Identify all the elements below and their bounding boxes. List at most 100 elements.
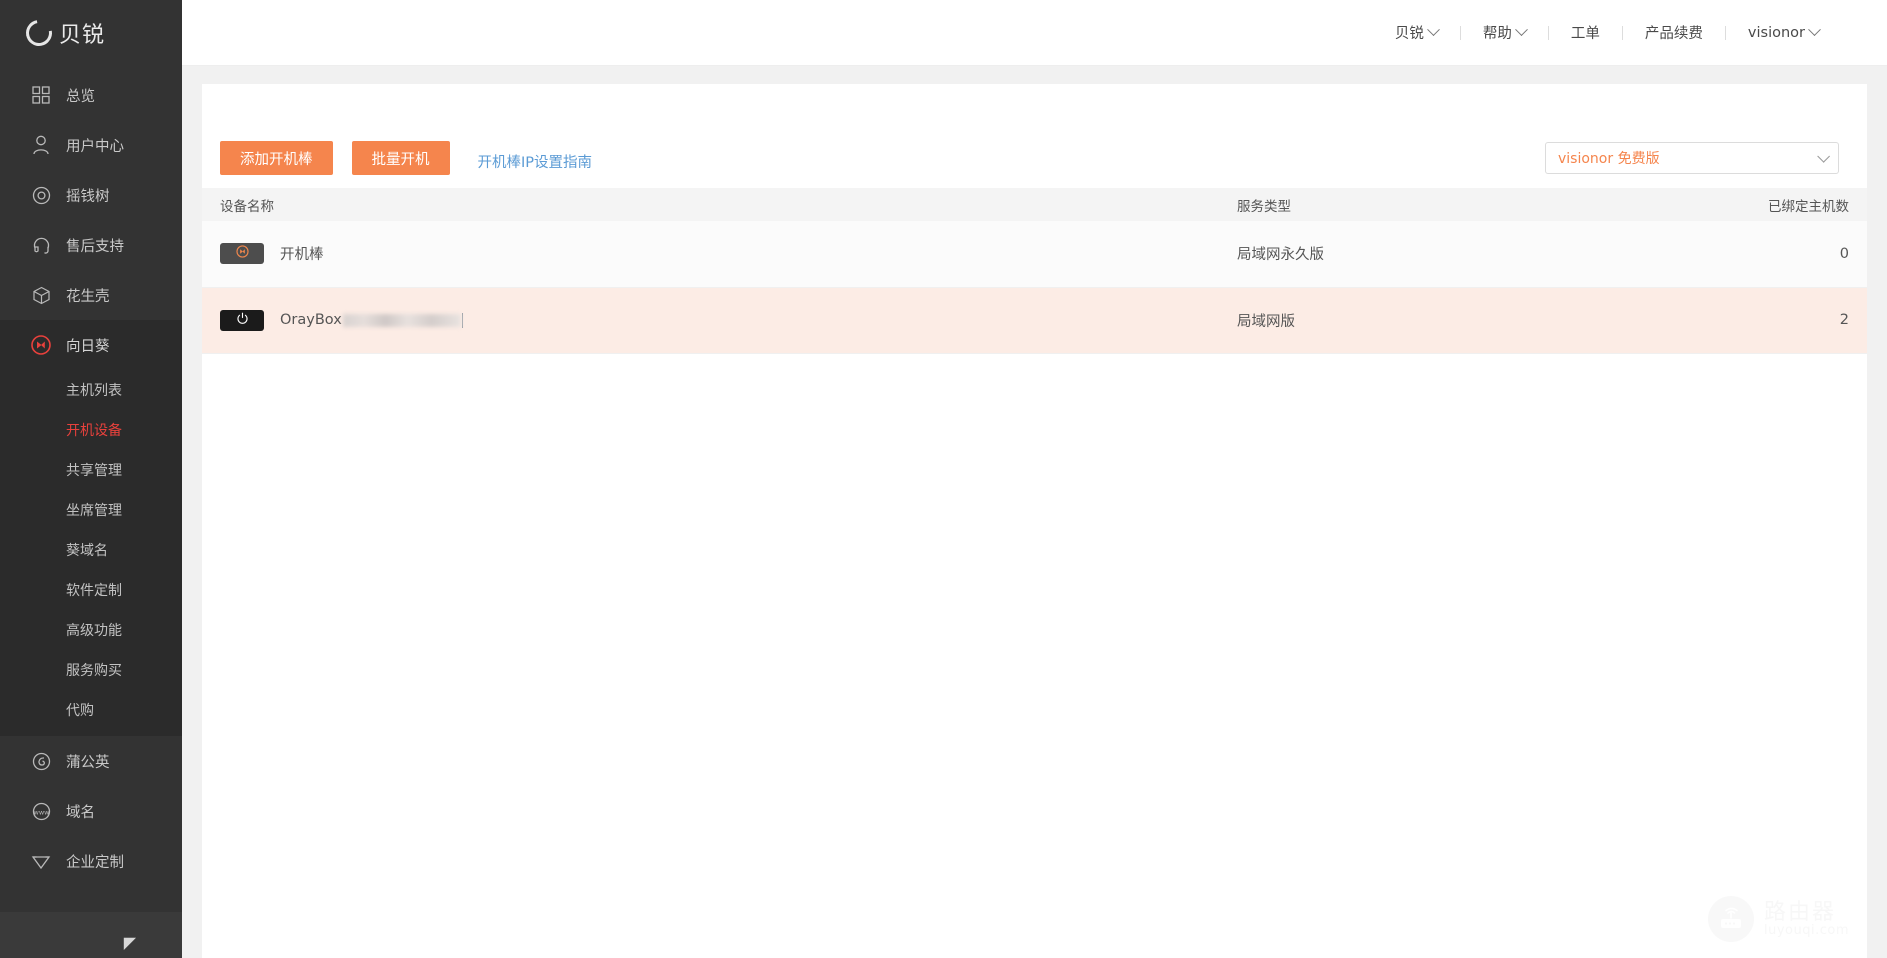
sidebar-subitem-seat-mgmt[interactable]: 坐席管理 — [0, 490, 182, 530]
sidebar-subitem-software-custom[interactable]: 软件定制 — [0, 570, 182, 610]
sidebar-subitem-label: 共享管理 — [66, 463, 122, 479]
device-name-cell: 开机棒 — [220, 243, 1237, 265]
topnav-item-label: 产品续费 — [1644, 26, 1703, 42]
sidebar-subitem-label: 主机列表 — [66, 383, 122, 399]
main-area: 贝锐 帮助 工单 产品续费 visionor 添加开机棒 批量开机 开机棒IP设… — [182, 0, 1887, 958]
sidebar-subitem-label: 代购 — [66, 703, 94, 719]
topnav-item-ticket[interactable]: 工单 — [1549, 22, 1622, 43]
topnav-item-label: 贝锐 — [1394, 26, 1424, 42]
cell-bound-count: 2 — [1617, 287, 1867, 354]
brand-logo[interactable]: 贝锐 — [0, 0, 182, 66]
sidebar-subitem-boot-device[interactable]: 开机设备 — [0, 410, 182, 450]
device-table: 设备名称 服务类型 已绑定主机数 开机棒 局域网永久版 0 OrayBox 局域… — [202, 188, 1867, 354]
device-name-text: OrayBox — [280, 312, 342, 328]
column-header-device-name: 设备名称 — [202, 188, 1237, 221]
www-icon: www — [30, 800, 52, 822]
topnav-item-renew[interactable]: 产品续费 — [1623, 22, 1725, 43]
topnav-item-label: 帮助 — [1482, 26, 1512, 42]
collapse-sidebar-icon[interactable]: ◤ — [124, 936, 136, 952]
power-icon — [236, 312, 249, 329]
add-boot-stick-button[interactable]: 添加开机棒 — [220, 141, 333, 175]
ip-setting-guide-link[interactable]: 开机棒IP设置指南 — [478, 151, 593, 172]
sidebar-item-label: 蒲公英 — [66, 754, 110, 771]
sidebar-item-support[interactable]: 售后支持 — [0, 220, 182, 270]
topnav-item-label: visionor — [1747, 24, 1805, 41]
version-select[interactable]: visionor 免费版 — [1545, 142, 1839, 174]
topnav-item-help[interactable]: 帮助 — [1461, 22, 1548, 43]
topnav-item-account[interactable]: visionor — [1726, 23, 1841, 41]
sidebar-subitem-host-list[interactable]: 主机列表 — [0, 370, 182, 410]
sidebar-subitem-label: 开机设备 — [66, 423, 122, 439]
sidebar-subitem-share-mgmt[interactable]: 共享管理 — [0, 450, 182, 490]
sidebar-nav: 总览 用户中心 摇钱树 售后支持 花生壳 向日葵 主机列表 开机设备 共享管理 … — [0, 66, 182, 912]
topnav-item-label: 工单 — [1570, 26, 1600, 42]
chevron-down-icon — [1817, 149, 1830, 163]
sidebar-item-user-center[interactable]: 用户中心 — [0, 120, 182, 170]
sidebar-subitem-agent-purchase[interactable]: 代购 — [0, 690, 182, 730]
sidebar-item-sunflower[interactable]: 向日葵 — [0, 320, 182, 370]
version-select-value: visionor 免费版 — [1558, 151, 1660, 167]
sidebar-subitem-label: 葵域名 — [66, 543, 108, 559]
device-table-body: 开机棒 局域网永久版 0 OrayBox 局域网版 2 — [202, 221, 1867, 354]
cube-icon — [30, 284, 52, 306]
sunflower-icon — [235, 245, 249, 262]
table-row[interactable]: 开机棒 局域网永久版 0 — [202, 221, 1867, 288]
diamond-icon — [30, 850, 52, 872]
column-header-bound-count: 已绑定主机数 — [1617, 188, 1867, 221]
circle-target-icon — [30, 184, 52, 206]
sidebar-group-sunflower: 向日葵 主机列表 开机设备 共享管理 坐席管理 葵域名 软件定制 高级功能 服务… — [0, 320, 182, 736]
sidebar-item-domain[interactable]: www 域名 — [0, 786, 182, 836]
sidebar-footer: ◤ — [0, 912, 182, 958]
table-header-row: 设备名称 服务类型 已绑定主机数 — [202, 188, 1867, 221]
sidebar-subitem-advanced[interactable]: 高级功能 — [0, 610, 182, 650]
device-badge — [220, 309, 264, 331]
sidebar-subitem-label: 软件定制 — [66, 583, 122, 599]
device-table-head: 设备名称 服务类型 已绑定主机数 — [202, 188, 1867, 221]
content-wrapper: 添加开机棒 批量开机 开机棒IP设置指南 visionor 免费版 设备名称 服… — [182, 66, 1887, 958]
column-header-service-type: 服务类型 — [1237, 188, 1617, 221]
sidebar-subitem-service-purchase[interactable]: 服务购买 — [0, 650, 182, 690]
sidebar-item-label: 域名 — [66, 804, 95, 821]
sidebar-item-enterprise-custom[interactable]: 企业定制 — [0, 836, 182, 886]
sidebar-item-label: 向日葵 — [66, 338, 110, 355]
cell-service-type: 局域网永久版 — [1237, 221, 1617, 288]
device-badge — [220, 243, 264, 265]
watermark: 路由器 luyouqi.com — [1708, 896, 1849, 942]
headset-icon — [30, 234, 52, 256]
sidebar-item-label: 总览 — [66, 88, 95, 105]
sidebar-item-label: 企业定制 — [66, 854, 124, 871]
sidebar-item-label: 摇钱树 — [66, 188, 110, 205]
chevron-down-icon — [1427, 23, 1440, 37]
chevron-down-icon — [1515, 23, 1528, 37]
cell-device-name: OrayBox — [202, 287, 1237, 354]
table-row[interactable]: OrayBox 局域网版 2 — [202, 287, 1867, 354]
sidebar-item-overview[interactable]: 总览 — [0, 70, 182, 120]
sidebar-subitem-label: 高级功能 — [66, 623, 122, 639]
sidebar-item-money-tree[interactable]: 摇钱树 — [0, 170, 182, 220]
sidebar-item-label: 用户中心 — [66, 138, 124, 155]
sidebar-subitem-kui-domain[interactable]: 葵域名 — [0, 530, 182, 570]
user-icon — [30, 134, 52, 156]
dandelion-icon — [30, 750, 52, 772]
app-root: 贝锐 总览 用户中心 摇钱树 售后支持 花生壳 向日葵 主机列表 开机设备 共享… — [0, 0, 1887, 958]
brand-logo-text: 贝锐 — [59, 23, 106, 48]
router-icon — [1708, 896, 1754, 942]
cell-service-type: 局域网版 — [1237, 287, 1617, 354]
grid-icon — [30, 84, 52, 106]
batch-boot-button[interactable]: 批量开机 — [351, 141, 450, 175]
chevron-down-icon — [1808, 23, 1821, 37]
sidebar-item-label: 花生壳 — [66, 288, 110, 305]
device-name-cell: OrayBox — [220, 309, 1237, 331]
sidebar-item-peanut-shell[interactable]: 花生壳 — [0, 270, 182, 320]
watermark-cn: 路由器 — [1764, 899, 1837, 925]
sidebar-subitem-label: 坐席管理 — [66, 503, 122, 519]
topnav-item-beirui[interactable]: 贝锐 — [1373, 22, 1460, 43]
sunflower-icon — [30, 334, 52, 356]
sidebar: 贝锐 总览 用户中心 摇钱树 售后支持 花生壳 向日葵 主机列表 开机设备 共享… — [0, 0, 182, 958]
device-name-text: 开机棒 — [280, 247, 324, 264]
text-cursor — [461, 312, 463, 328]
sidebar-item-dandelion[interactable]: 蒲公英 — [0, 736, 182, 786]
cell-device-name: 开机棒 — [202, 221, 1237, 288]
cell-bound-count: 0 — [1617, 221, 1867, 288]
svg-text:www: www — [33, 808, 50, 816]
